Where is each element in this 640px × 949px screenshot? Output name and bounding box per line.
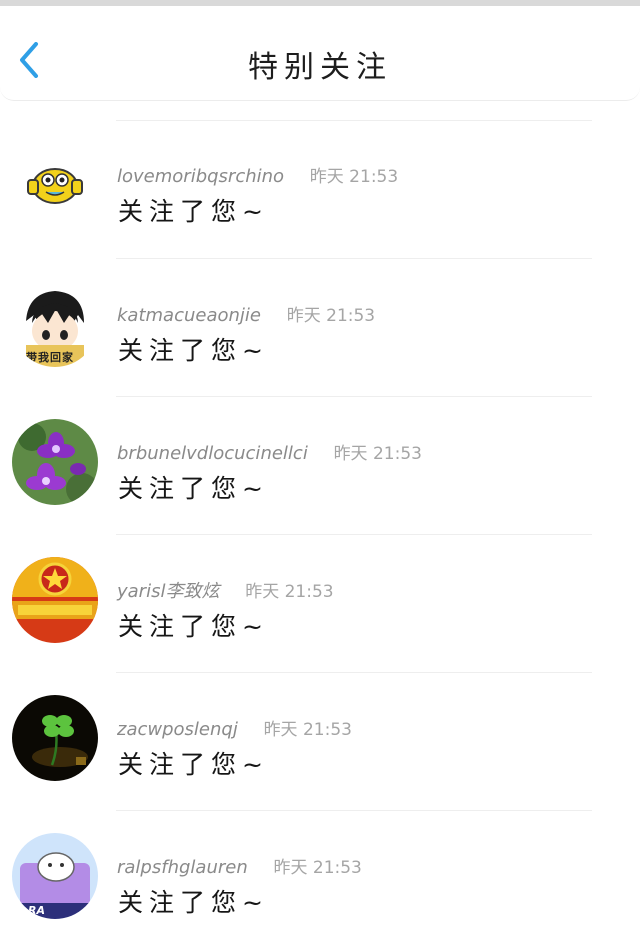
list-item[interactable]: yarisl李致炫 昨天 21:53 关注了您~ — [0, 535, 640, 673]
message-text: 关注了您~ — [118, 474, 269, 503]
message-text: 关注了您~ — [118, 197, 269, 226]
username[interactable]: katmacueaonjie — [117, 305, 261, 326]
timestamp: 昨天 21:53 — [333, 444, 422, 464]
red-star-emblem-avatar-icon — [12, 557, 98, 643]
item-meta: katmacueaonjie 昨天 21:53 — [117, 301, 375, 326]
item-meta: brbunelvdlocucinellci 昨天 21:53 — [117, 439, 422, 464]
list-item[interactable]: zacwposlenqj 昨天 21:53 关注了您~ — [0, 673, 640, 811]
avatar-caption: 带我回家 — [26, 351, 74, 364]
avatar-caption: RA — [28, 904, 45, 917]
page-title: 特别关注 — [248, 50, 392, 85]
timestamp: 昨天 21:53 — [286, 306, 376, 326]
avatar[interactable]: RA — [12, 833, 98, 919]
timestamp: 昨天 21:53 — [263, 720, 352, 740]
purple-flower-avatar-icon — [12, 419, 98, 505]
item-meta: yarisl李致炫 昨天 21:53 — [117, 577, 334, 603]
username[interactable]: lovemoribqsrchino — [117, 166, 284, 187]
username[interactable]: yarisl李致炫 — [117, 581, 219, 602]
list-item[interactable]: brbunelvdlocucinellci 昨天 21:53 关注了您~ — [0, 397, 640, 535]
username[interactable]: brbunelvdlocucinellci — [117, 443, 308, 464]
four-leaf-clover-avatar-icon — [12, 695, 98, 781]
nav-header: 特别关注 — [0, 6, 640, 101]
item-meta: ralpsfhglauren 昨天 21:53 — [117, 853, 362, 878]
list-item[interactable]: lovemoribqsrchino 昨天 21:53 关注了您~ — [0, 120, 640, 258]
item-meta: lovemoribqsrchino 昨天 21:53 — [117, 162, 398, 187]
list-item[interactable]: RA ralpsfhglauren 昨天 21:53 关注了您~ — [0, 811, 640, 949]
item-meta: zacwposlenqj 昨天 21:53 — [117, 715, 352, 740]
username[interactable]: ralpsfhglauren — [117, 857, 248, 878]
yellow-emoji-avatar-icon — [12, 142, 98, 228]
timestamp: 昨天 21:53 — [245, 582, 334, 602]
message-text: 关注了您~ — [118, 612, 269, 641]
timestamp: 昨天 21:53 — [309, 167, 399, 187]
avatar[interactable]: 带我回家 — [12, 281, 98, 367]
message-text: 关注了您~ — [118, 336, 269, 365]
avatar[interactable] — [12, 695, 98, 781]
cartoon-cat-avatar-icon — [12, 833, 98, 919]
avatar[interactable] — [12, 557, 98, 643]
avatar[interactable] — [12, 142, 98, 228]
avatar[interactable] — [12, 419, 98, 505]
message-text: 关注了您~ — [118, 888, 269, 917]
message-text: 关注了您~ — [118, 750, 269, 779]
username[interactable]: zacwposlenqj — [117, 719, 238, 740]
list-item[interactable]: 带我回家 katmacueaonjie 昨天 21:53 关注了您~ — [0, 259, 640, 397]
timestamp: 昨天 21:53 — [273, 858, 362, 878]
